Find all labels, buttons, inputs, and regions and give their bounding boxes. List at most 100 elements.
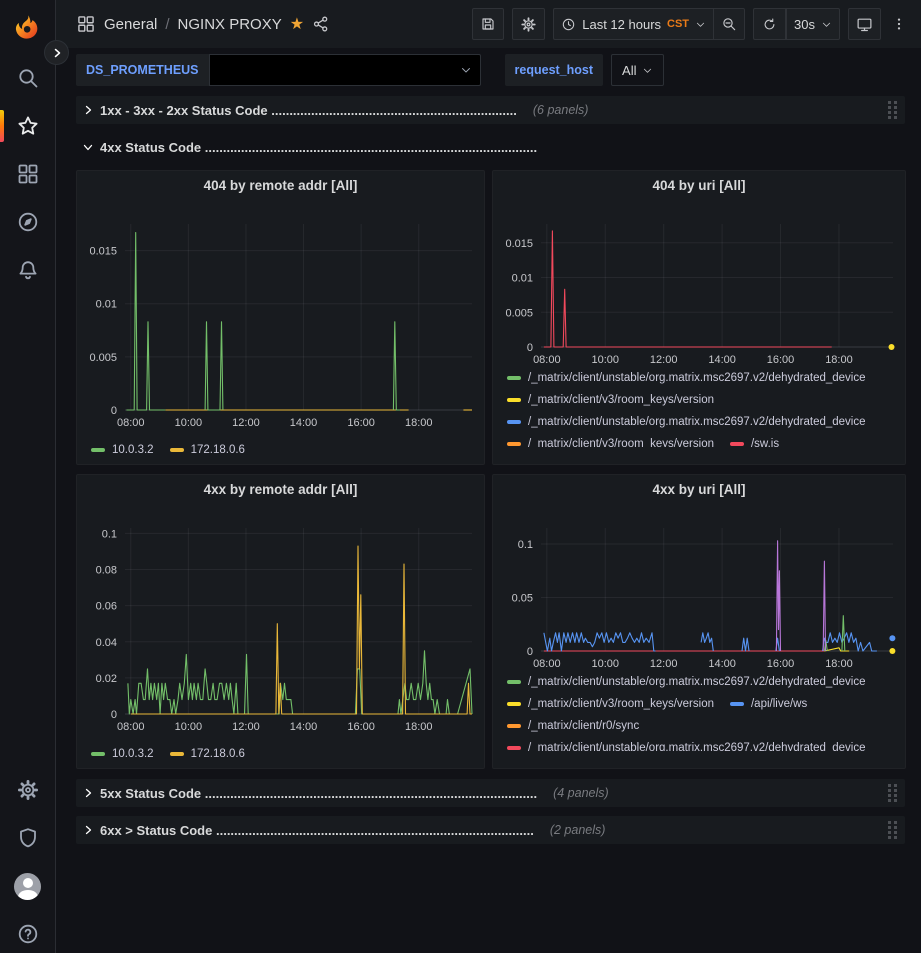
svg-text:10:00: 10:00 bbox=[591, 658, 619, 670]
more-options-kebab-button[interactable] bbox=[889, 8, 909, 40]
time-picker-group: Last 12 hours CST bbox=[553, 8, 745, 40]
legend-label[interactable]: /_matrix/client/v3/room_keys/version bbox=[528, 698, 714, 710]
legend-swatch bbox=[91, 448, 105, 452]
sidebar-item-explore[interactable] bbox=[0, 202, 55, 242]
legend-item[interactable]: 172.18.0.6 bbox=[170, 748, 245, 760]
variable-value-request-host[interactable]: All bbox=[611, 54, 664, 86]
row-drag-handle-icon[interactable] bbox=[886, 819, 899, 841]
legend-item[interactable]: 172.18.0.6 bbox=[170, 444, 245, 456]
expand-sidebar-button[interactable] bbox=[44, 40, 69, 65]
grafana-logo[interactable] bbox=[0, 8, 55, 48]
refresh-interval-picker[interactable]: 30s bbox=[786, 8, 840, 40]
legend-swatch bbox=[507, 398, 521, 402]
panel-title[interactable]: 404 by remote addr [All] bbox=[77, 171, 484, 199]
sidebar-item-server-admin[interactable] bbox=[0, 818, 55, 858]
sidebar-item-dashboards[interactable] bbox=[0, 154, 55, 194]
legend-label[interactable]: /_matrix/client/unstable/org.matrix.msc2… bbox=[528, 742, 866, 751]
dashboards-grid-icon bbox=[16, 162, 40, 186]
legend-item[interactable]: 10.0.3.2 bbox=[91, 748, 154, 760]
row-drag-handle-icon[interactable] bbox=[886, 99, 899, 121]
row-drag-handle-icon[interactable] bbox=[886, 782, 899, 804]
time-range-picker[interactable]: Last 12 hours CST bbox=[553, 8, 713, 40]
time-series-chart[interactable]: 08:0010:0012:0014:0016:0018:0000.050.1 bbox=[493, 503, 905, 671]
svg-text:16:00: 16:00 bbox=[767, 658, 795, 670]
legend-swatch bbox=[170, 448, 184, 452]
panel-404-by-uri: 404 by uri [All] 08:0010:0012:0014:0016:… bbox=[492, 170, 906, 465]
legend-label[interactable]: 10.0.3.2 bbox=[112, 748, 154, 760]
legend-label[interactable]: 172.18.0.6 bbox=[191, 444, 245, 456]
chevron-right-icon bbox=[51, 47, 63, 59]
legend-item[interactable]: /_matrix/client/r0/sync bbox=[507, 720, 639, 732]
legend-item[interactable]: /_matrix/client/v3/room_keys/version bbox=[507, 698, 714, 710]
time-series-chart[interactable]: 08:0010:0012:0014:0016:0018:0000.020.040… bbox=[77, 503, 484, 743]
legend-item[interactable]: /sw.js bbox=[730, 438, 779, 447]
legend-label[interactable]: /_matrix/client/r0/sync bbox=[528, 720, 639, 732]
legend-label[interactable]: 10.0.3.2 bbox=[112, 444, 154, 456]
legend-label[interactable]: /_matrix/client/v3/room_keys/version bbox=[528, 394, 714, 406]
row-header-4xx[interactable]: 4xx Status Code ........................… bbox=[76, 134, 905, 160]
cycle-view-mode-button[interactable] bbox=[848, 8, 881, 40]
sidebar-item-alerting[interactable] bbox=[0, 250, 55, 290]
svg-text:14:00: 14:00 bbox=[290, 417, 318, 429]
refresh-button[interactable] bbox=[753, 8, 785, 40]
legend-item[interactable]: /_matrix/client/unstable/org.matrix.msc2… bbox=[507, 416, 866, 428]
favorite-star-icon[interactable]: ★ bbox=[290, 14, 304, 34]
svg-text:0.08: 0.08 bbox=[96, 565, 117, 577]
legend-label[interactable]: /_matrix/client/v3/room_keys/version bbox=[528, 438, 714, 447]
dashboard-settings-button[interactable] bbox=[512, 8, 545, 40]
sidebar-item-profile[interactable] bbox=[0, 866, 55, 906]
legend-row: /_matrix/client/unstable/org.matrix.msc2… bbox=[507, 367, 905, 389]
legend-item[interactable]: 10.0.3.2 bbox=[91, 444, 154, 456]
avatar bbox=[14, 873, 41, 900]
share-icon[interactable] bbox=[312, 15, 330, 33]
dashboard-canvas: 1xx - 3xx - 2xx Status Code ............… bbox=[56, 92, 921, 953]
legend-label[interactable]: /sw.js bbox=[751, 438, 779, 447]
panel-4xx-by-uri: 4xx by uri [All] 08:0010:0012:0014:0016:… bbox=[492, 474, 906, 769]
row-header-6xx[interactable]: 6xx > Status Code ......................… bbox=[76, 816, 905, 844]
sidebar-item-configuration[interactable] bbox=[0, 770, 55, 810]
svg-text:08:00: 08:00 bbox=[533, 354, 561, 366]
time-series-chart[interactable]: 08:0010:0012:0014:0016:0018:0000.0050.01… bbox=[77, 199, 484, 439]
svg-text:0: 0 bbox=[111, 709, 117, 721]
panel-title[interactable]: 4xx by uri [All] bbox=[493, 475, 905, 503]
legend-label[interactable]: /_matrix/client/unstable/org.matrix.msc2… bbox=[528, 676, 866, 688]
svg-text:16:00: 16:00 bbox=[347, 417, 375, 429]
legend-label[interactable]: /_matrix/client/unstable/org.matrix.msc2… bbox=[528, 416, 866, 428]
panel-title[interactable]: 4xx by remote addr [All] bbox=[77, 475, 484, 503]
variable-value-ds-prometheus[interactable] bbox=[209, 54, 481, 86]
zoom-out-time-button[interactable] bbox=[713, 8, 745, 40]
legend-item[interactable]: /_matrix/client/unstable/org.matrix.msc2… bbox=[507, 742, 866, 751]
svg-text:18:00: 18:00 bbox=[405, 721, 433, 733]
legend-item[interactable]: /_matrix/client/v3/room_keys/version bbox=[507, 394, 714, 406]
legend-swatch bbox=[91, 752, 105, 756]
legend-label[interactable]: /_matrix/client/unstable/org.matrix.msc2… bbox=[528, 372, 866, 384]
row-header-1xx-3xx-2xx[interactable]: 1xx - 3xx - 2xx Status Code ............… bbox=[76, 96, 905, 124]
kebab-menu-icon bbox=[891, 16, 907, 32]
save-dashboard-button[interactable] bbox=[472, 8, 504, 40]
legend-item[interactable]: /api/live/ws bbox=[730, 698, 807, 710]
svg-text:0.06: 0.06 bbox=[96, 601, 117, 613]
breadcrumb-dashboard-title[interactable]: NGINX PROXY bbox=[178, 16, 282, 33]
legend-swatch bbox=[507, 724, 521, 728]
legend-label[interactable]: /api/live/ws bbox=[751, 698, 807, 710]
svg-text:16:00: 16:00 bbox=[767, 354, 795, 366]
time-series-chart[interactable]: 08:0010:0012:0014:0016:0018:0000.0050.01… bbox=[493, 199, 905, 367]
legend-item[interactable]: /_matrix/client/unstable/org.matrix.msc2… bbox=[507, 676, 866, 688]
svg-text:14:00: 14:00 bbox=[708, 354, 736, 366]
sidebar-item-search[interactable] bbox=[0, 58, 55, 98]
chevron-down-icon bbox=[82, 141, 94, 153]
panel-title[interactable]: 404 by uri [All] bbox=[493, 171, 905, 199]
legend-swatch bbox=[730, 702, 744, 706]
monitor-icon bbox=[856, 16, 873, 33]
legend-item[interactable]: /_matrix/client/unstable/org.matrix.msc2… bbox=[507, 372, 866, 384]
chevron-right-icon bbox=[82, 824, 94, 836]
sidebar-item-help[interactable] bbox=[0, 914, 55, 953]
row-header-5xx[interactable]: 5xx Status Code ........................… bbox=[76, 779, 905, 807]
legend-item[interactable]: /_matrix/client/v3/room_keys/version bbox=[507, 438, 714, 447]
svg-text:10:00: 10:00 bbox=[591, 354, 619, 366]
legend-label[interactable]: 172.18.0.6 bbox=[191, 748, 245, 760]
bell-icon bbox=[16, 258, 40, 282]
breadcrumb-section[interactable]: General bbox=[104, 16, 157, 33]
sidebar-item-starred[interactable] bbox=[0, 106, 55, 146]
svg-text:10:00: 10:00 bbox=[175, 721, 203, 733]
